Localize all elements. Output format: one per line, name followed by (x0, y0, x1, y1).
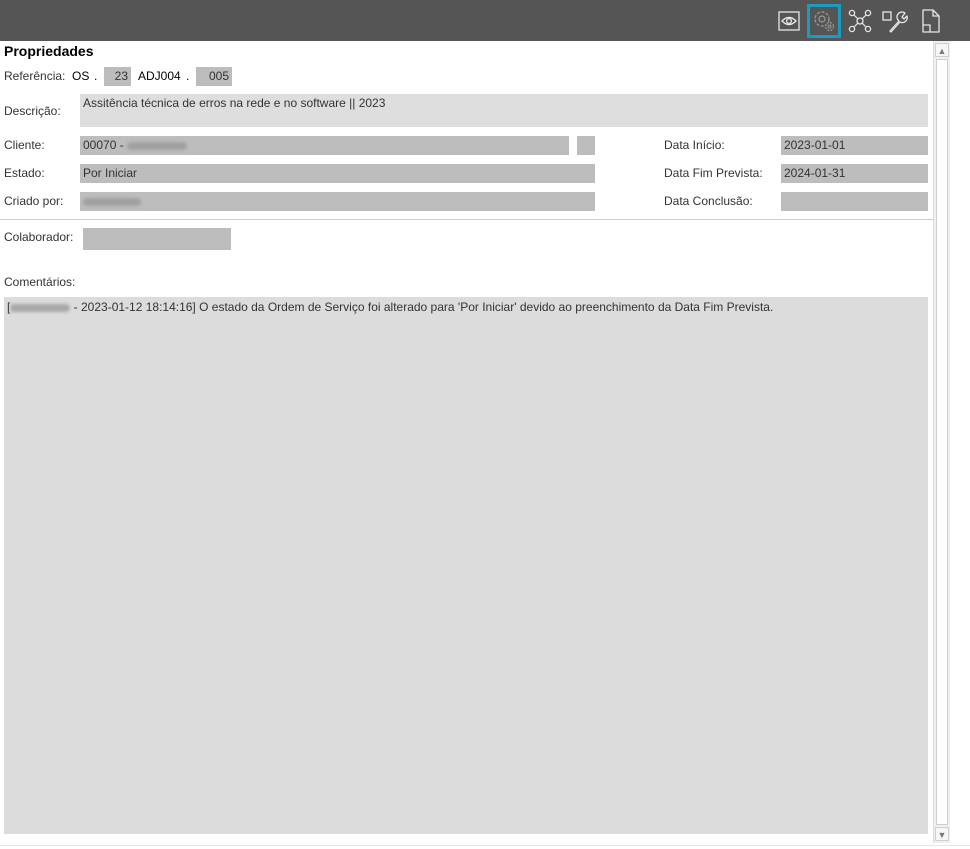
redacted-text (10, 303, 71, 312)
estado-field[interactable]: Por Iniciar (80, 164, 595, 183)
vertical-scrollbar[interactable]: ▲ ▼ (933, 41, 950, 843)
referencia-separator: . (94, 69, 98, 83)
gear-settings-icon (814, 11, 835, 32)
referencia-label: Referência: (4, 69, 66, 83)
cliente-lookup-button[interactable] (577, 136, 595, 155)
redacted-text (83, 197, 141, 206)
comentarios-textarea[interactable]: [ - 2023-01-12 18:14:16] O estado da Ord… (4, 297, 928, 834)
estado-label: Estado: (4, 166, 45, 180)
comentarios-label: Comentários: (4, 275, 76, 289)
network-nodes-icon (848, 9, 872, 33)
scrollbar-thumb[interactable] (936, 59, 948, 825)
settings-button[interactable] (807, 4, 841, 38)
criado-por-field[interactable] (80, 192, 595, 211)
eye-icon (778, 11, 800, 31)
export-button[interactable] (914, 4, 948, 38)
scroll-down-arrow-icon[interactable]: ▼ (935, 827, 949, 841)
data-conclusao-label: Data Conclusão: (664, 194, 753, 208)
colaborador-label: Colaborador: (4, 230, 74, 244)
data-inicio-label: Data Início: (664, 138, 725, 152)
network-button[interactable] (843, 4, 877, 38)
criado-por-label: Criado por: (4, 194, 64, 208)
referencia-number-field[interactable]: 23 (104, 67, 131, 86)
colaborador-field[interactable] (83, 228, 231, 250)
wrench-icon (882, 11, 908, 33)
cliente-field[interactable]: 00070 - (80, 136, 569, 155)
descricao-field[interactable]: Assitência técnica de erros na rede e no… (80, 94, 928, 127)
properties-panel: Propriedades Referência: OS . 23 ADJ004 … (0, 41, 933, 849)
page-title: Propriedades (4, 43, 94, 59)
referencia-code: ADJ004 (138, 69, 181, 83)
tools-button[interactable] (878, 4, 912, 38)
scroll-up-arrow-icon[interactable]: ▲ (935, 43, 949, 57)
descricao-label: Descrição: (4, 104, 61, 118)
section-divider (0, 219, 933, 220)
data-fim-prevista-field[interactable]: 2024-01-31 (781, 164, 928, 183)
cliente-value: 00070 - (83, 138, 124, 152)
referencia-sequence-field[interactable]: 005 (196, 67, 232, 86)
cliente-label: Cliente: (4, 138, 45, 152)
data-conclusao-field[interactable] (781, 192, 928, 211)
referencia-separator: . (186, 69, 190, 83)
document-export-icon (922, 9, 940, 33)
data-inicio-field[interactable]: 2023-01-01 (781, 136, 928, 155)
data-fim-prevista-label: Data Fim Prevista: (664, 166, 763, 180)
redacted-text (127, 141, 188, 150)
top-toolbar (0, 0, 970, 41)
comment-text: - 2023-01-12 18:14:16] O estado da Ordem… (70, 300, 774, 314)
bottom-border (0, 845, 970, 846)
preview-button[interactable] (772, 4, 806, 38)
referencia-prefix: OS (72, 69, 90, 83)
